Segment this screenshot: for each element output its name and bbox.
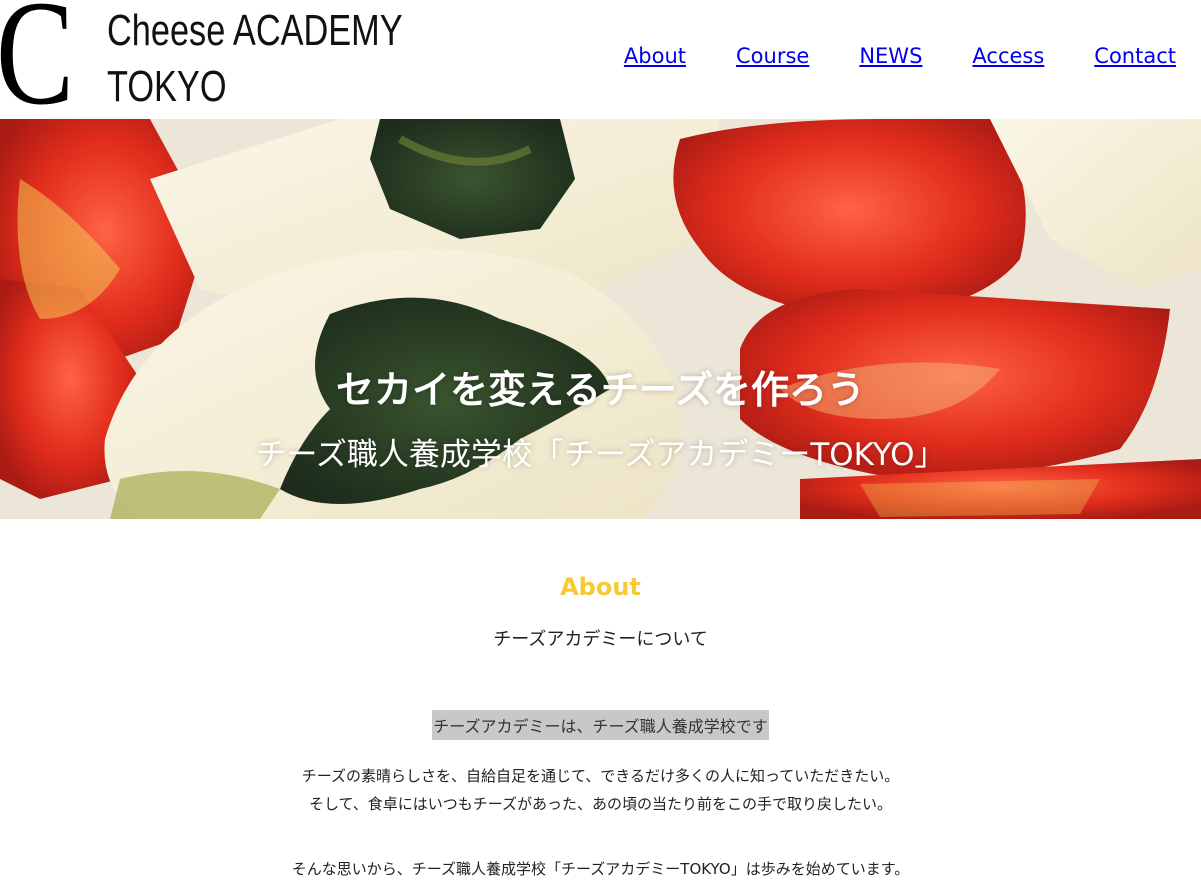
site-logo[interactable]: C Cheese ACADEMY TOKYO [0,0,403,128]
about-heading: About [560,573,641,601]
about-body-line-3: そんな思いから、チーズ職人養成学校「チーズアカデミーTOKYO」は歩みを始めてい… [291,860,910,878]
hero-banner: セカイを変えるチーズを作ろう チーズ職人養成学校「チーズアカデミーTOKYO」 [0,119,1201,519]
hero-title: セカイを変えるチーズを作ろう [336,368,865,412]
about-section: About チーズアカデミーについて チーズアカデミーは、チーズ職人養成学校です… [0,519,1201,879]
about-body: チーズの素晴らしさを、自給自足を通じて、できるだけ多くの人に知っていただきたい。… [0,762,1201,818]
nav-link-about[interactable]: About [624,44,686,68]
hero-subtitle: チーズ職人養成学校「チーズアカデミーTOKYO」 [255,437,946,473]
logo-text-line1: Cheese ACADEMY [107,6,403,55]
site-header: C Cheese ACADEMY TOKYO About Course NEWS… [0,0,1201,128]
logo-text-line2: TOKYO [107,62,227,111]
about-subheading: チーズアカデミーについて [493,629,708,650]
about-body-line-2: そして、食卓にはいつもチーズがあった、あの頃の当たり前をこの手で取り戻したい。 [308,795,893,813]
nav-link-contact[interactable]: Contact [1094,44,1176,68]
about-lead-text: チーズアカデミーは、チーズ職人養成学校です [432,710,769,740]
main-nav: About Course NEWS Access Contact [624,44,1176,68]
nav-link-course[interactable]: Course [736,44,809,68]
nav-link-news[interactable]: NEWS [859,44,922,68]
logo-letter: C [0,0,75,136]
nav-link-access[interactable]: Access [972,44,1044,68]
about-body-line-1: チーズの素晴らしさを、自給自足を通じて、できるだけ多くの人に知っていただきたい。 [301,767,900,785]
